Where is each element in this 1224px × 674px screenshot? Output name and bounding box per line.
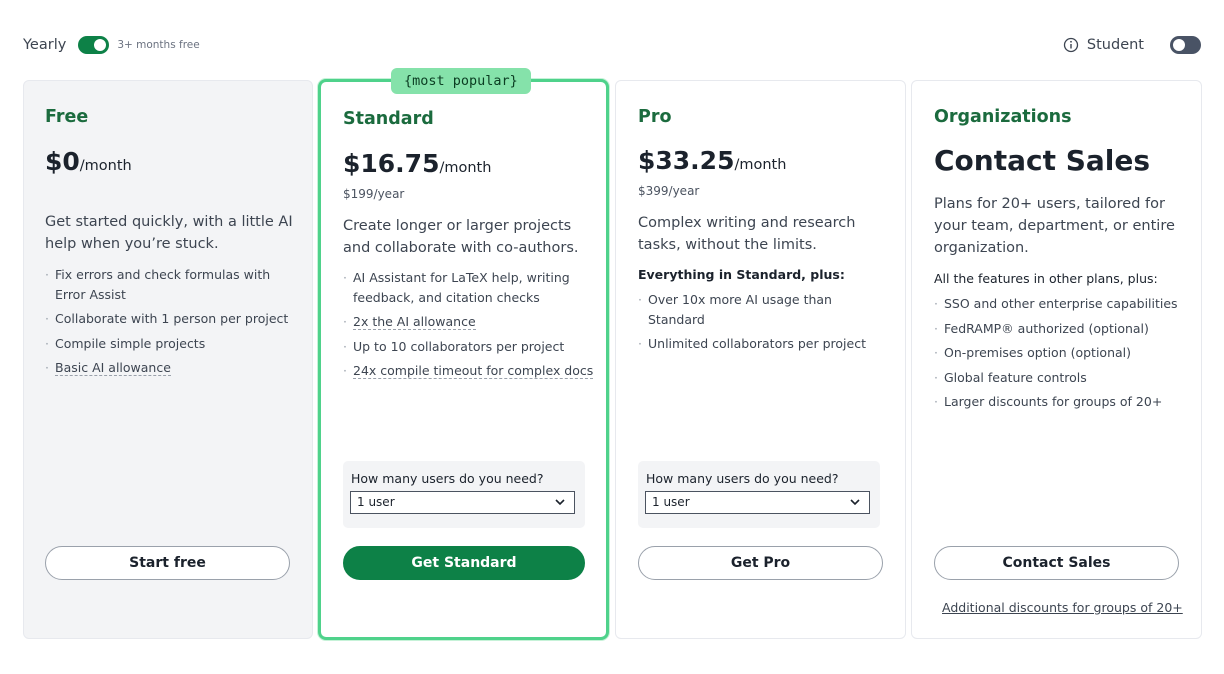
yearly-price: $199/year: [343, 187, 405, 201]
feature-item: Unlimited collaborators per project: [638, 334, 890, 354]
get-pro-button[interactable]: Get Pro: [638, 546, 883, 580]
feature-item: AI Assistant for LaTeX help, writing fee…: [343, 268, 595, 307]
feature-item: FedRAMP® authorized (optional): [934, 319, 1186, 339]
feature-link[interactable]: 24x compile timeout for complex docs: [353, 363, 594, 379]
student-switch: Student: [1063, 34, 1201, 56]
billing-period-switch: Yearly 3+ months free: [23, 34, 200, 56]
plan-name: Free: [45, 107, 89, 127]
contact-sales-title: Contact Sales: [934, 144, 1151, 177]
price-period: /month: [79, 158, 132, 174]
feature-item: Larger discounts for groups of 20+: [934, 392, 1186, 412]
feature-list: AI Assistant for LaTeX help, writing fee…: [343, 268, 595, 386]
start-free-button[interactable]: Start free: [45, 546, 290, 580]
feature-item: Basic AI allowance: [45, 358, 297, 378]
users-select-value: 1 user: [357, 495, 395, 509]
months-free-note: 3+ months free: [117, 39, 200, 51]
feature-link[interactable]: 2x the AI allowance: [353, 314, 476, 330]
price-amount: $16.75: [343, 149, 440, 178]
feature-link[interactable]: Basic AI allowance: [55, 360, 171, 376]
plan-card-pro: Pro $33.25/month $399/year Complex writi…: [615, 80, 906, 639]
users-select[interactable]: 1 user: [350, 491, 575, 514]
group-discounts-link[interactable]: Additional discounts for groups of 20+: [942, 600, 1183, 615]
plan-description: Create longer or larger projects and col…: [343, 218, 579, 256]
get-standard-button[interactable]: Get Standard: [343, 546, 585, 580]
price-amount: $33.25: [638, 146, 735, 175]
plan-price: $16.75/month: [343, 149, 491, 178]
plan-subheading: All the features in other plans, plus:: [934, 271, 1158, 286]
plan-name: Pro: [638, 107, 672, 127]
price-amount: $0: [45, 147, 80, 176]
feature-list: Fix errors and check formulas with Error…: [45, 265, 297, 383]
users-label: How many users do you need?: [646, 471, 839, 486]
chevron-down-icon: [850, 499, 860, 506]
plan-card-organizations: Organizations Contact Sales Plans for 20…: [911, 80, 1202, 639]
feature-list: SSO and other enterprise capabilities Fe…: [934, 294, 1186, 417]
plan-name: Standard: [343, 109, 434, 129]
feature-item: Up to 10 collaborators per project: [343, 337, 595, 357]
feature-item: On-premises option (optional): [934, 343, 1186, 363]
price-period: /month: [734, 157, 787, 173]
feature-item: Compile simple projects: [45, 334, 297, 354]
feature-item: Global feature controls: [934, 368, 1186, 388]
feature-item: SSO and other enterprise capabilities: [934, 294, 1186, 314]
plan-description: Complex writing and research tasks, with…: [638, 215, 856, 253]
info-icon[interactable]: [1063, 37, 1079, 53]
toggle-knob: [94, 39, 107, 51]
users-label: How many users do you need?: [351, 471, 544, 486]
feature-item: Fix errors and check formulas with Error…: [45, 265, 297, 304]
feature-item: 2x the AI allowance: [343, 312, 595, 332]
toggle-knob: [1173, 39, 1185, 51]
plan-price: $33.25/month: [638, 146, 786, 175]
yearly-toggle[interactable]: [78, 36, 110, 54]
price-period: /month: [439, 160, 492, 176]
student-toggle[interactable]: [1170, 36, 1201, 54]
student-label: Student: [1086, 37, 1144, 53]
users-select[interactable]: 1 user: [645, 491, 870, 514]
user-count-selector: How many users do you need? 1 user: [638, 461, 880, 528]
users-select-value: 1 user: [652, 495, 690, 509]
chevron-down-icon: [555, 499, 565, 506]
plan-subheading: Everything in Standard, plus:: [638, 267, 845, 282]
plan-name: Organizations: [934, 107, 1072, 127]
yearly-price: $399/year: [638, 184, 700, 198]
plan-card-free: Free $0/month Get started quickly, with …: [23, 80, 313, 639]
plan-price: $0/month: [45, 147, 132, 176]
plan-description: Get started quickly, with a little AI he…: [45, 214, 293, 252]
yearly-label: Yearly: [23, 37, 67, 53]
plan-card-standard: {most popular} Standard $16.75/month $19…: [318, 68, 609, 640]
feature-item: Collaborate with 1 person per project: [45, 309, 297, 329]
feature-item: Over 10x more AI usage than Standard: [638, 290, 890, 329]
plan-description: Plans for 20+ users, tailored for your t…: [934, 196, 1175, 256]
user-count-selector: How many users do you need? 1 user: [343, 461, 585, 528]
most-popular-badge: {most popular}: [391, 68, 531, 94]
contact-sales-button[interactable]: Contact Sales: [934, 546, 1179, 580]
feature-list: Over 10x more AI usage than Standard Unl…: [638, 290, 890, 359]
feature-item: 24x compile timeout for complex docs: [343, 361, 595, 381]
